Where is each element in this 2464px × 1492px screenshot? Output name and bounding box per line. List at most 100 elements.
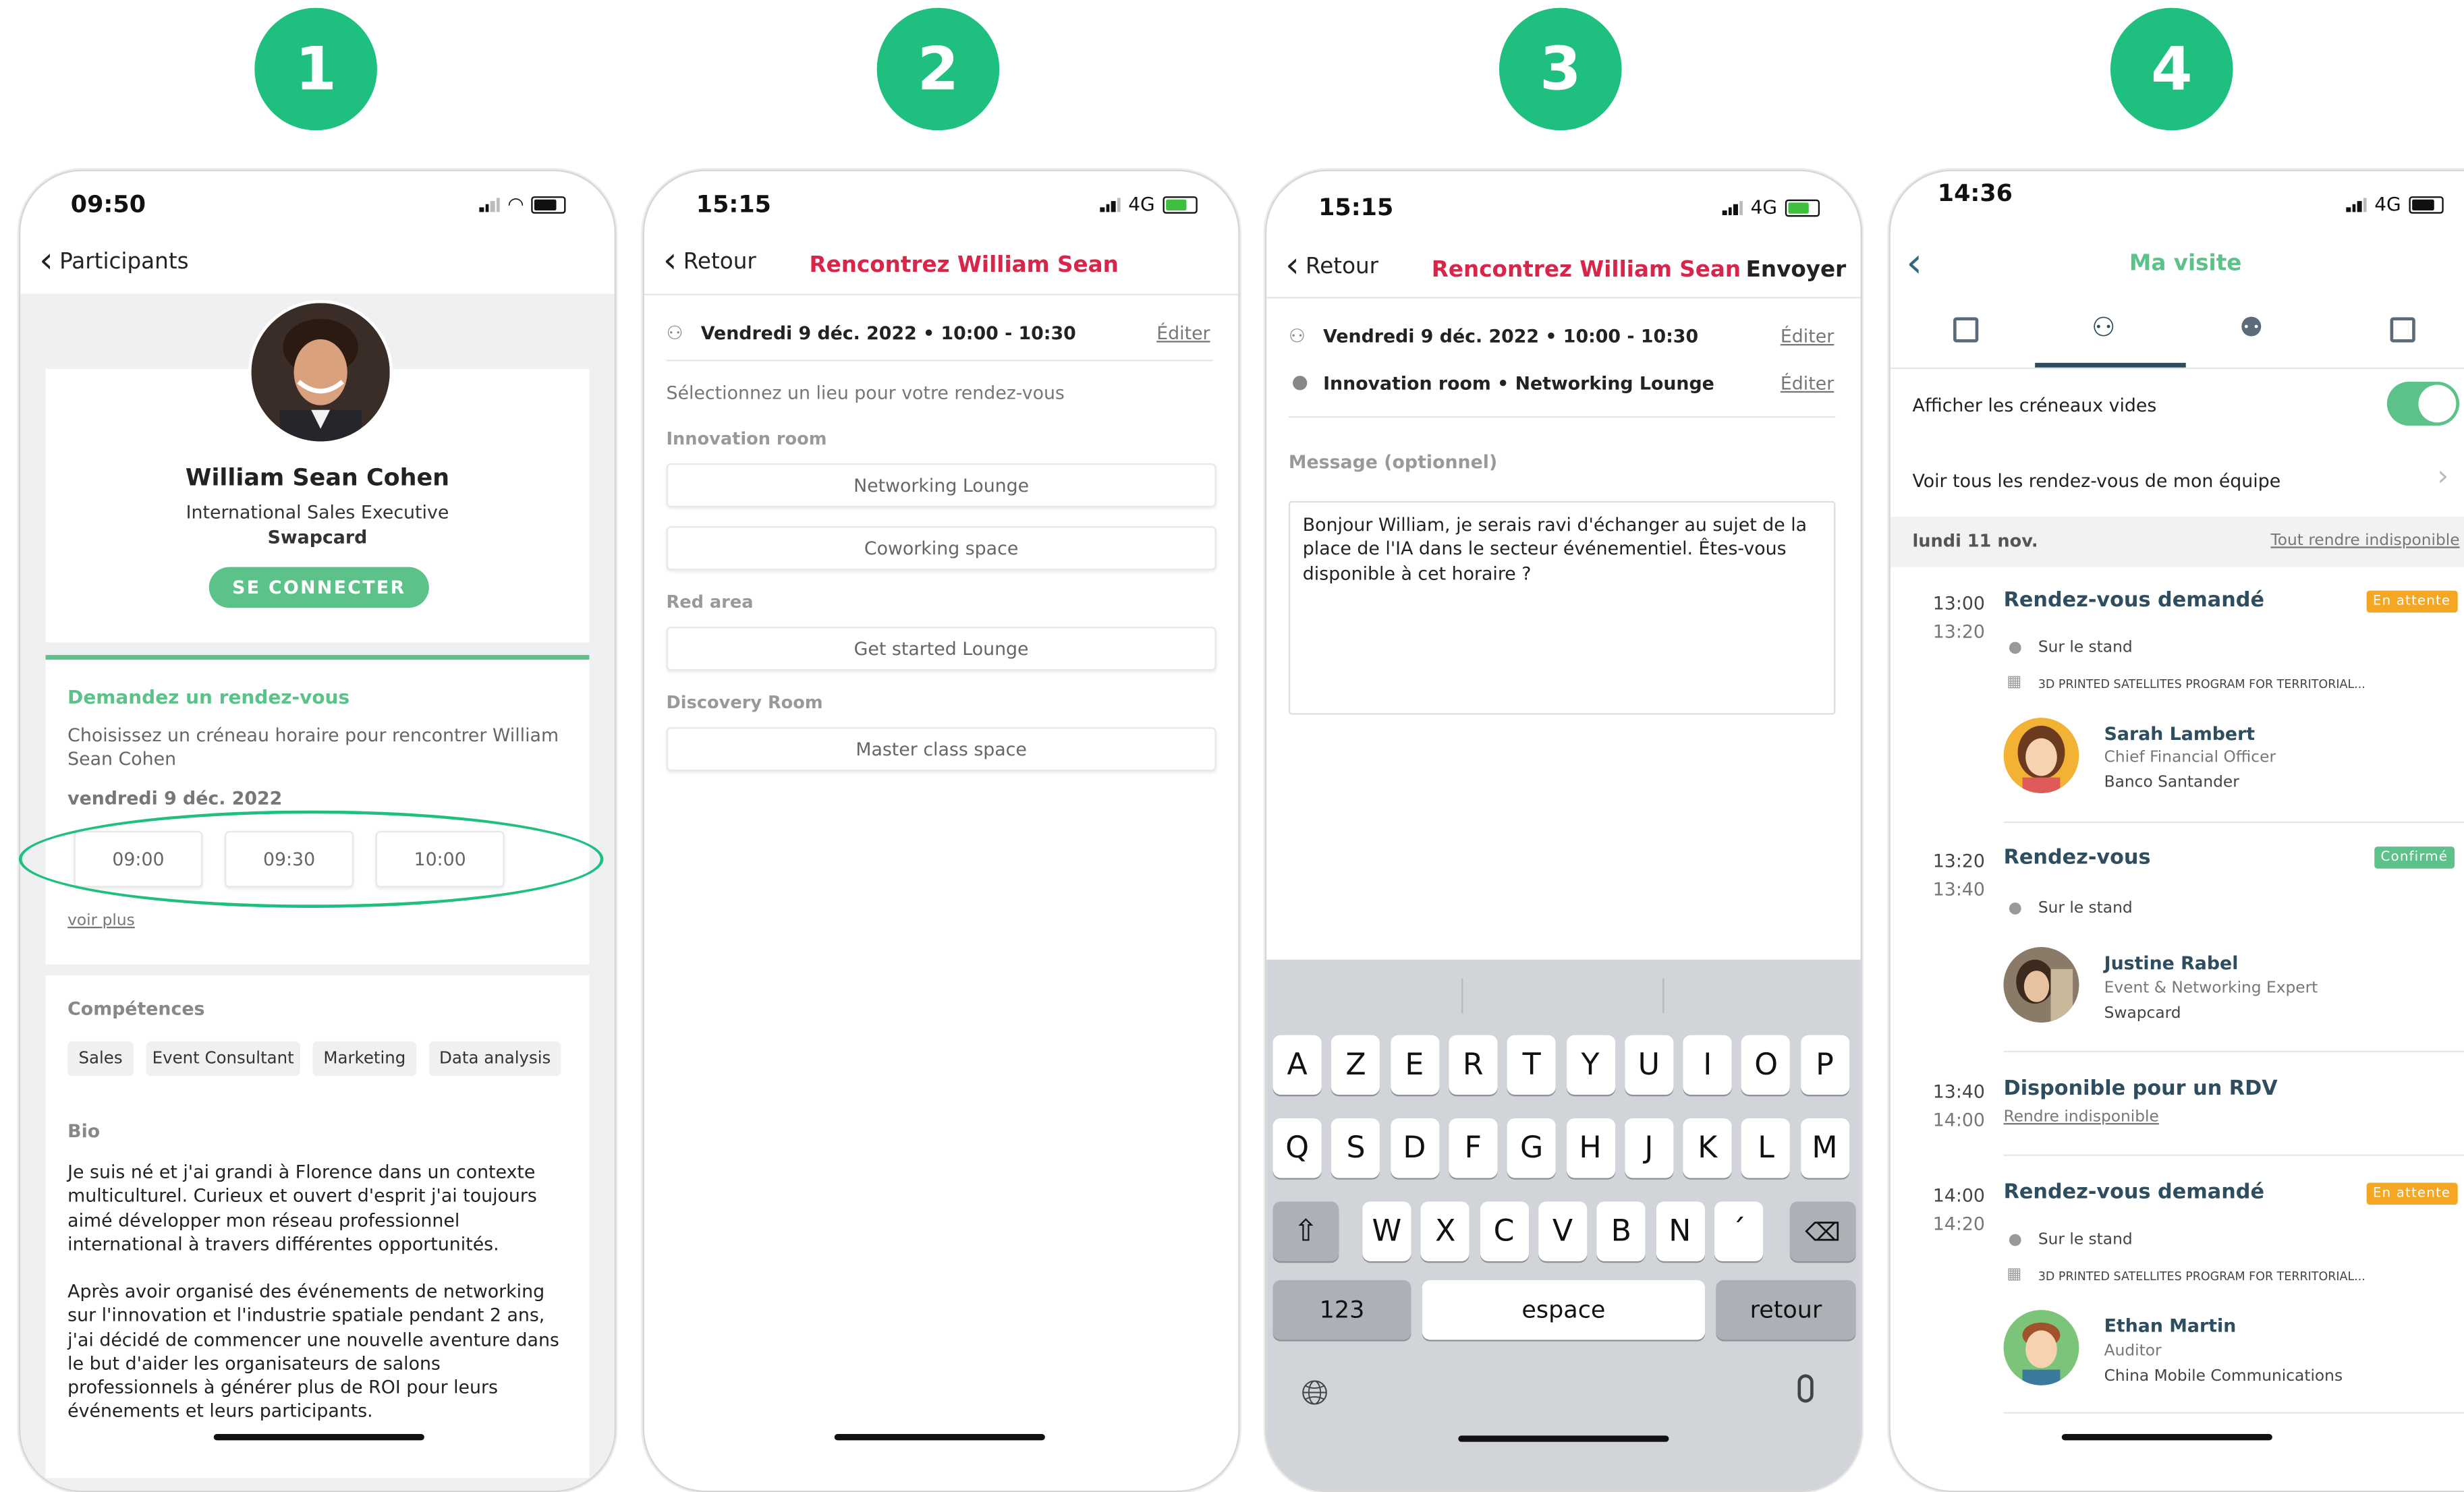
letter-key[interactable]: J [1624, 1118, 1673, 1178]
delete-key[interactable]: ⌫ [1789, 1201, 1856, 1261]
tab-availability-icon[interactable] [2390, 317, 2415, 343]
letter-key[interactable]: I [1683, 1035, 1732, 1095]
divider [1266, 297, 1861, 299]
page-title: Rencontrez William Sean [1431, 257, 1741, 283]
letter-key[interactable]: S [1331, 1118, 1380, 1178]
letter-key[interactable]: K [1683, 1118, 1732, 1178]
location-option[interactable]: Coworking space [666, 526, 1216, 571]
letter-key[interactable]: X [1421, 1201, 1470, 1261]
date-line: Vendredi 9 déc. 2022 • 10:00 - 10:30 [700, 322, 1076, 344]
letter-key[interactable]: F [1449, 1118, 1498, 1178]
letter-key[interactable]: V [1538, 1201, 1588, 1261]
bio-line: Après avoir organisé des événements de n… [67, 1280, 545, 1302]
letter-key[interactable]: T [1507, 1035, 1557, 1095]
microphone-icon[interactable] [1797, 1374, 1814, 1403]
entry-title[interactable]: Disponible pour un RDV [2004, 1077, 2278, 1101]
back-button[interactable]: ‹ Retour [1285, 249, 1379, 283]
phone-screen-2: 15:15 4G ‹ Retour Rencontrez William Sea… [642, 169, 1240, 1492]
make-unavailable-link[interactable]: Rendre indisponible [2004, 1109, 2159, 1126]
return-key[interactable]: retour [1716, 1280, 1856, 1340]
letter-key[interactable]: C [1480, 1201, 1529, 1261]
letter-key[interactable]: A [1272, 1035, 1322, 1095]
letter-key[interactable]: B [1596, 1201, 1646, 1261]
back-button[interactable]: ‹ Participants [39, 244, 189, 279]
person-name[interactable]: Justine Rabel [2104, 952, 2239, 974]
tab-calendar-icon[interactable] [1953, 317, 1979, 343]
letter-key[interactable]: Z [1331, 1035, 1380, 1095]
bio-paragraph-2: Après avoir organisé des événements de n… [67, 1280, 559, 1425]
letter-key[interactable]: L [1741, 1118, 1791, 1178]
letter-key[interactable]: Q [1272, 1118, 1322, 1178]
person-name[interactable]: Sarah Lambert [2104, 722, 2255, 745]
entry-start-time: 13:00 [1932, 592, 1985, 614]
battery-icon [1163, 195, 1198, 213]
meeting-title: Demandez un rendez-vous [67, 686, 350, 709]
entry-exhibitor: 3D PRINTED SATELLITES PROGRAM FOR TERRIT… [2038, 1269, 2365, 1284]
profile-job: International Sales Executive [186, 500, 449, 523]
empty-slots-toggle[interactable] [2386, 381, 2460, 426]
letter-key[interactable]: H [1565, 1118, 1615, 1178]
letter-key[interactable]: G [1507, 1118, 1557, 1178]
letter-key[interactable]: W [1362, 1201, 1411, 1261]
home-indicator [213, 1434, 424, 1441]
letter-key[interactable]: Y [1565, 1035, 1615, 1095]
entry-place: Sur le stand [2038, 639, 2133, 657]
entry-end-time: 14:00 [1932, 1109, 1985, 1131]
page-title: Rencontrez William Sean [809, 252, 1119, 279]
location-option[interactable]: Get started Lounge [666, 627, 1216, 671]
letter-key[interactable]: N [1655, 1201, 1704, 1261]
letter-key[interactable]: M [1800, 1118, 1849, 1178]
location-option[interactable]: Networking Lounge [666, 463, 1216, 508]
letter-key[interactable]: P [1800, 1035, 1849, 1095]
location-option-label: Master class space [856, 738, 1027, 761]
team-meetings-link[interactable]: Voir tous les rendez-vous de mon équipe [1912, 469, 2280, 492]
person-role: Chief Financial Officer [2104, 749, 2276, 767]
suggestion-divider [1461, 978, 1463, 1013]
back-label: Retour [1306, 254, 1379, 280]
letter-key[interactable]: E [1390, 1035, 1439, 1095]
shift-key[interactable]: ⇧ [1272, 1201, 1339, 1261]
letter-key[interactable]: ´ [1714, 1201, 1763, 1261]
letter-key[interactable]: R [1449, 1035, 1498, 1095]
tab-active-indicator [2035, 362, 2186, 368]
status-badge: Confirmé [2374, 847, 2455, 869]
bio-line: professionnels à générer plus de ROI pou… [67, 1376, 498, 1398]
entry-end-time: 13:20 [1932, 620, 1985, 643]
edit-location-link[interactable]: Éditer [1781, 372, 1834, 395]
entry-start-time: 13:40 [1932, 1081, 1985, 1103]
globe-icon[interactable]: 🌐︎ [1301, 1375, 1328, 1414]
tab-team-icon[interactable]: ⚉ [2239, 312, 2264, 344]
message-textarea[interactable]: Bonjour William, je serais ravi d'échang… [1288, 500, 1836, 715]
letter-key[interactable]: D [1390, 1118, 1439, 1178]
letter-key[interactable]: U [1624, 1035, 1673, 1095]
entry-title[interactable]: Rendez-vous [2004, 847, 2151, 870]
divider [666, 360, 1214, 362]
network-label: 4G [1750, 196, 1778, 219]
home-indicator [834, 1434, 1045, 1441]
slot-highlight-ellipse [18, 810, 604, 908]
skills-title: Compétences [67, 997, 205, 1020]
tab-meetings-icon[interactable]: ⚇ [2092, 312, 2116, 344]
location-option-label: Networking Lounge [853, 474, 1030, 496]
edit-date-link[interactable]: Éditer [1156, 322, 1210, 344]
person-name[interactable]: Ethan Martin [2104, 1315, 2237, 1337]
entry-title[interactable]: Rendez-vous demandé [2004, 589, 2264, 612]
skill-label: Event Consultant [152, 1049, 294, 1068]
back-chevron-icon[interactable]: ‹ [1906, 240, 1922, 287]
back-button[interactable]: ‹ Retour [663, 244, 756, 279]
location-option[interactable]: Master class space [666, 727, 1216, 772]
back-label: Participants [59, 250, 189, 275]
make-all-unavailable-link[interactable]: Tout rendre indisponible [2271, 532, 2460, 550]
connect-button[interactable]: SE CONNECTER [208, 567, 429, 608]
person-company: China Mobile Communications [2104, 1368, 2343, 1385]
send-button[interactable]: Envoyer [1746, 258, 1847, 283]
numbers-key[interactable]: 123 [1272, 1280, 1411, 1340]
edit-date-link[interactable]: Éditer [1781, 325, 1834, 347]
entry-end-time: 13:40 [1932, 878, 1985, 900]
skill-label: Marketing [323, 1049, 406, 1068]
space-key[interactable]: espace [1422, 1280, 1706, 1340]
letter-key[interactable]: O [1741, 1035, 1791, 1095]
entry-title[interactable]: Rendez-vous demandé [2004, 1181, 2264, 1205]
see-more-link[interactable]: voir plus [67, 913, 135, 930]
avatar-sarah [2003, 718, 2079, 793]
